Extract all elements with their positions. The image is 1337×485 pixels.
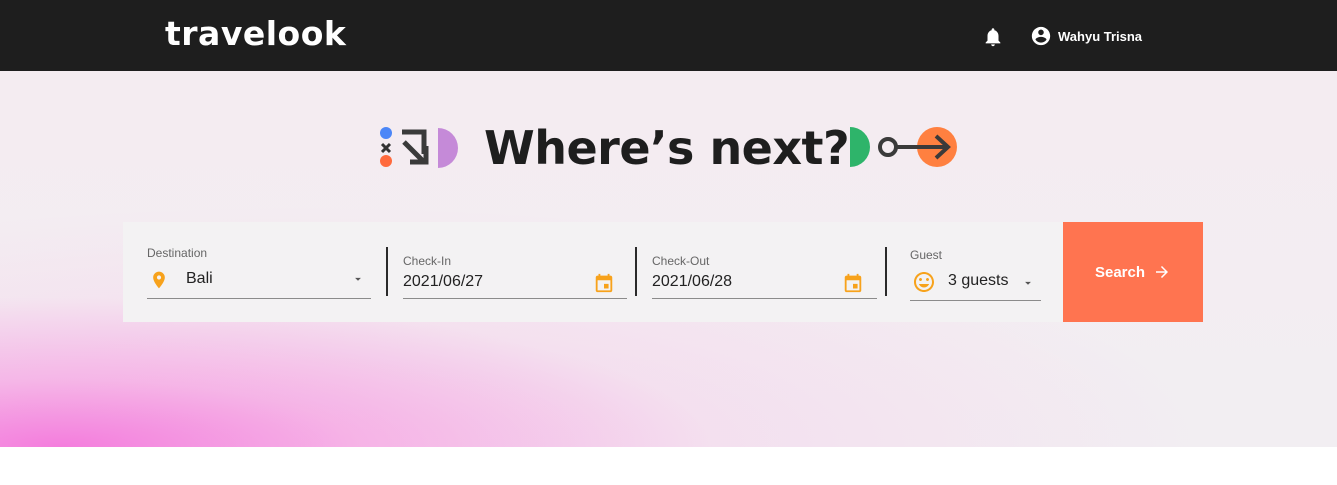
destination-value: Bali [186, 270, 213, 287]
check-out-value: 2021/06/28 [652, 273, 733, 290]
bell-icon[interactable] [982, 26, 1004, 48]
guest-value: 3 guests [948, 272, 1009, 289]
decorative-shapes-left-icon [380, 127, 458, 168]
calendar-icon[interactable] [842, 272, 864, 294]
check-out-underline [652, 298, 877, 299]
calendar-icon[interactable] [593, 272, 615, 294]
guest-underline [910, 300, 1041, 301]
destination-field[interactable]: Destination Bali [147, 222, 371, 322]
decorative-shapes-right-icon [850, 127, 957, 167]
field-divider [885, 247, 887, 296]
headline-row: Where’s next? [378, 122, 968, 174]
check-in-value: 2021/06/27 [403, 273, 484, 290]
guest-field[interactable]: Guest 3 guests [910, 222, 1041, 322]
app-logo[interactable]: travelook [165, 12, 346, 56]
top-navbar: travelook Wahyu Trisna [0, 0, 1337, 71]
chevron-down-icon[interactable] [351, 272, 365, 286]
check-out-field[interactable]: Check-Out 2021/06/28 [652, 222, 877, 322]
smiley-icon [914, 272, 934, 292]
check-out-label: Check-Out [652, 254, 710, 268]
location-pin-icon [153, 271, 165, 289]
field-divider [635, 247, 637, 296]
check-in-field[interactable]: Check-In 2021/06/27 [403, 222, 627, 322]
guest-label: Guest [910, 248, 943, 262]
page-headline: Where’s next? [484, 121, 850, 175]
chevron-down-icon[interactable] [1021, 276, 1035, 290]
destination-label: Destination [147, 246, 208, 260]
search-form: Destination Bali Check-In 2021/06/27 Che… [123, 222, 1063, 322]
arrow-right-icon [1156, 266, 1169, 278]
user-menu[interactable]: Wahyu Trisna [1030, 24, 1142, 48]
user-name: Wahyu Trisna [1058, 28, 1143, 44]
check-in-label: Check-In [403, 254, 452, 268]
field-divider [386, 247, 388, 296]
search-button[interactable]: Search [1063, 222, 1203, 322]
check-in-underline [403, 298, 627, 299]
account-circle-icon [1031, 26, 1051, 46]
destination-underline [147, 298, 371, 299]
search-button-label: Search [1094, 263, 1146, 281]
